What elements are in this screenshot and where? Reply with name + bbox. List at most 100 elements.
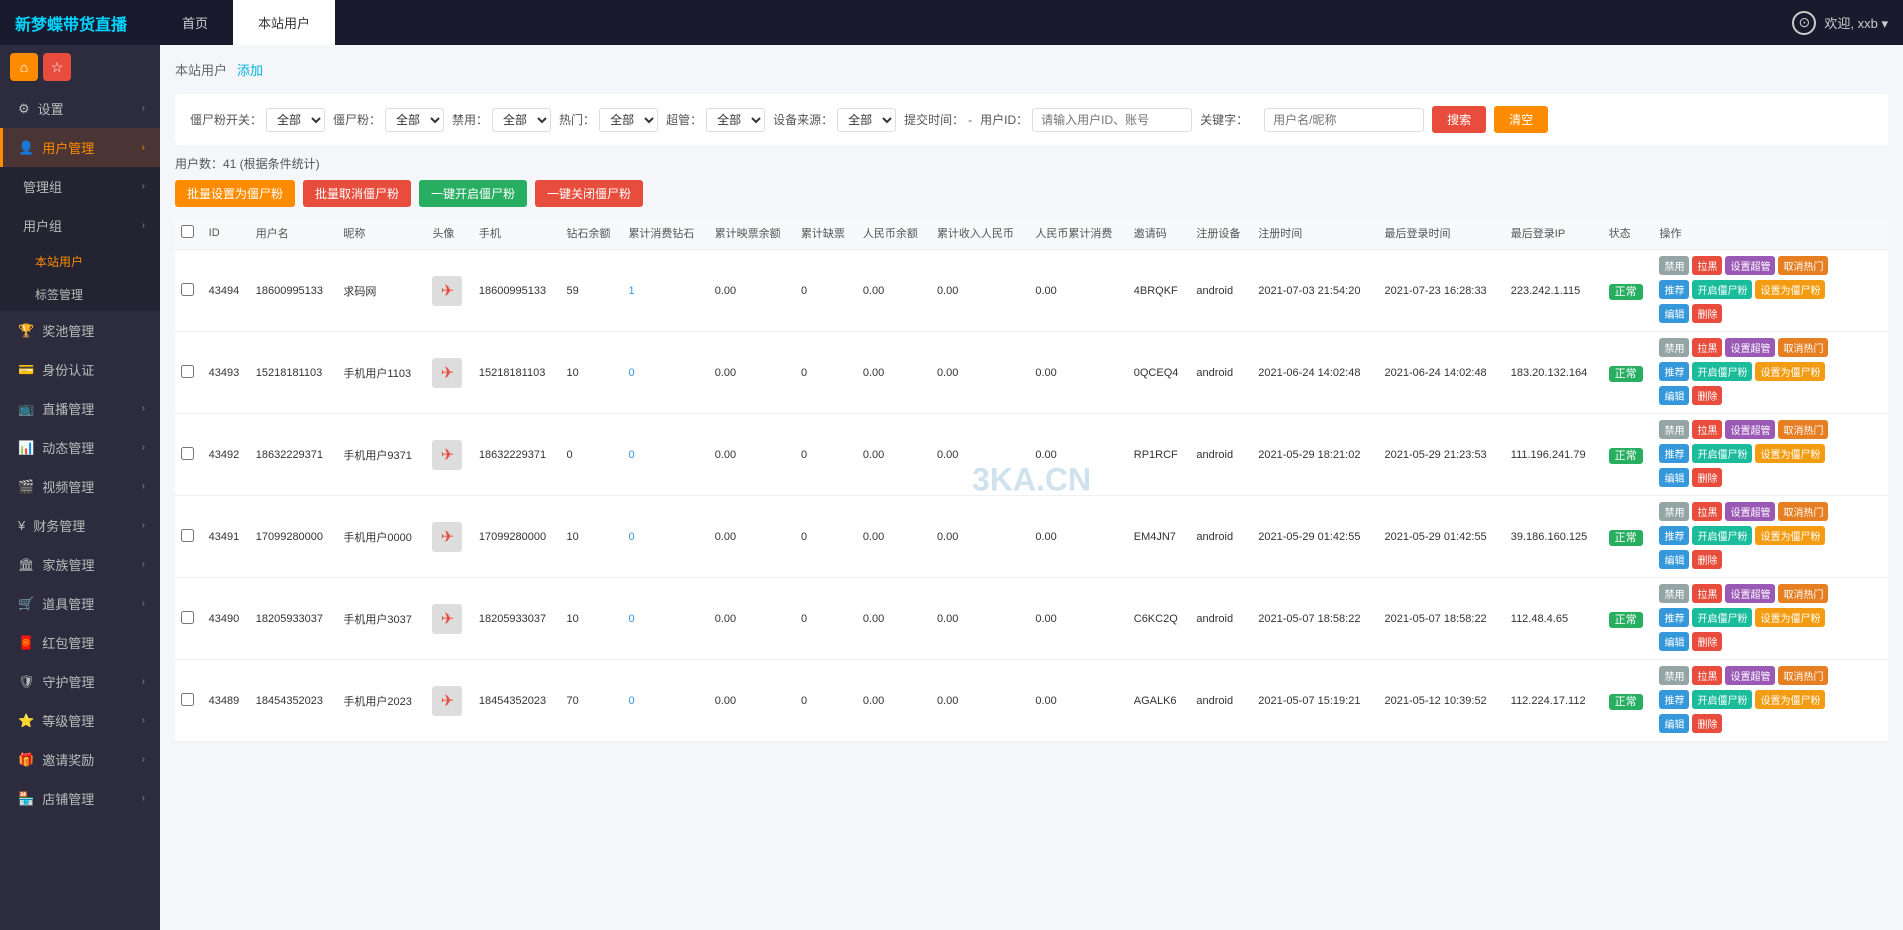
sidebar-item-tag-management[interactable]: 标签管理 <box>0 278 160 311</box>
edit-button[interactable]: 编辑 <box>1659 632 1689 651</box>
sidebar-item-dynamic[interactable]: 📊 动态管理 › <box>0 428 160 467</box>
set-super-button[interactable]: 设置超管 <box>1725 502 1775 521</box>
disable-button[interactable]: 禁用 <box>1659 420 1689 439</box>
open-fans-button[interactable]: 开启僵尸粉 <box>1692 690 1752 709</box>
set-fans-button[interactable]: 设置为僵尸粉 <box>1755 444 1825 463</box>
set-fans-button[interactable]: 设置为僵尸粉 <box>1755 362 1825 381</box>
device-select[interactable]: 全部 <box>837 108 896 132</box>
open-fans-button[interactable]: 开启僵尸粉 <box>1692 526 1752 545</box>
pull-button[interactable]: 拉黑 <box>1692 420 1722 439</box>
set-super-button[interactable]: 设置超管 <box>1725 338 1775 357</box>
disable-button[interactable]: 禁用 <box>1659 502 1689 521</box>
recommend-button[interactable]: 推荐 <box>1659 280 1689 299</box>
row-select-checkbox[interactable] <box>181 447 194 460</box>
sidebar-item-guard[interactable]: 🛡 守护管理 › <box>0 662 160 701</box>
fans-switch-select[interactable]: 全部 <box>266 108 325 132</box>
sidebar-item-level[interactable]: ⭐ 等级管理 › <box>0 701 160 740</box>
sidebar-item-props[interactable]: 🛒 道具管理 › <box>0 584 160 623</box>
cancel-hot-button[interactable]: 取消热门 <box>1778 502 1828 521</box>
pull-button[interactable]: 拉黑 <box>1692 502 1722 521</box>
sidebar-item-invite[interactable]: 🎁 邀请奖励 › <box>0 740 160 779</box>
open-fans-button[interactable]: 开启僵尸粉 <box>1692 444 1752 463</box>
total-diamonds-link[interactable]: 0 <box>628 531 634 543</box>
sidebar-item-live[interactable]: 📺 直播管理 › <box>0 389 160 428</box>
search-button[interactable]: 搜索 <box>1432 106 1486 133</box>
recommend-button[interactable]: 推荐 <box>1659 362 1689 381</box>
user-id-input[interactable] <box>1032 108 1192 132</box>
sidebar-item-prize[interactable]: 🏆 奖池管理 <box>0 311 160 350</box>
row-checkbox[interactable] <box>175 496 203 578</box>
one-click-open-fans-button[interactable]: 一键开启僵尸粉 <box>419 180 527 207</box>
row-checkbox[interactable] <box>175 414 203 496</box>
recommend-button[interactable]: 推荐 <box>1659 690 1689 709</box>
sidebar-item-admin-group[interactable]: 管理组 › <box>0 167 160 206</box>
delete-button[interactable]: 删除 <box>1692 386 1722 405</box>
row-select-checkbox[interactable] <box>181 365 194 378</box>
set-super-button[interactable]: 设置超管 <box>1725 420 1775 439</box>
row-select-checkbox[interactable] <box>181 283 194 296</box>
delete-button[interactable]: 删除 <box>1692 714 1722 733</box>
total-diamonds-link[interactable]: 1 <box>628 285 634 297</box>
disable-button[interactable]: 禁用 <box>1659 256 1689 275</box>
pull-button[interactable]: 拉黑 <box>1692 338 1722 357</box>
sidebar-item-family[interactable]: 🏛 家族管理 › <box>0 545 160 584</box>
total-diamonds-link[interactable]: 0 <box>628 449 634 461</box>
set-fans-button[interactable]: 设置为僵尸粉 <box>1755 690 1825 709</box>
nav-tab-users[interactable]: 本站用户 <box>233 0 335 45</box>
disable-button[interactable]: 禁用 <box>1659 338 1689 357</box>
breadcrumb-add-link[interactable]: 添加 <box>237 60 263 79</box>
cancel-hot-button[interactable]: 取消热门 <box>1778 420 1828 439</box>
disable-button[interactable]: 禁用 <box>1659 584 1689 603</box>
sidebar-item-user-management[interactable]: 👤 用户管理 › <box>0 128 160 167</box>
select-all-checkbox[interactable] <box>181 225 194 238</box>
nav-tab-home[interactable]: 首页 <box>157 0 233 45</box>
sidebar-item-shop[interactable]: 🏪 店铺管理 › <box>0 779 160 818</box>
row-select-checkbox[interactable] <box>181 611 194 624</box>
delete-button[interactable]: 删除 <box>1692 550 1722 569</box>
pull-button[interactable]: 拉黑 <box>1692 666 1722 685</box>
sidebar-item-site-users[interactable]: 本站用户 <box>0 245 160 278</box>
row-select-checkbox[interactable] <box>181 529 194 542</box>
batch-set-fans-button[interactable]: 批量设置为僵尸粉 <box>175 180 295 207</box>
edit-button[interactable]: 编辑 <box>1659 714 1689 733</box>
open-fans-button[interactable]: 开启僵尸粉 <box>1692 608 1752 627</box>
sidebar-item-video[interactable]: 🎬 视频管理 › <box>0 467 160 506</box>
set-fans-button[interactable]: 设置为僵尸粉 <box>1755 526 1825 545</box>
cancel-hot-button[interactable]: 取消热门 <box>1778 666 1828 685</box>
edit-button[interactable]: 编辑 <box>1659 304 1689 323</box>
delete-button[interactable]: 删除 <box>1692 304 1722 323</box>
row-select-checkbox[interactable] <box>181 693 194 706</box>
delete-button[interactable]: 删除 <box>1692 632 1722 651</box>
set-super-button[interactable]: 设置超管 <box>1725 256 1775 275</box>
sidebar-item-settings[interactable]: ⚙ 设置 › <box>0 89 160 128</box>
home-shortcut-icon[interactable]: ⌂ <box>10 53 38 81</box>
row-checkbox[interactable] <box>175 578 203 660</box>
one-click-close-fans-button[interactable]: 一键关闭僵尸粉 <box>535 180 643 207</box>
total-diamonds-link[interactable]: 0 <box>628 695 634 707</box>
open-fans-button[interactable]: 开启僵尸粉 <box>1692 362 1752 381</box>
open-fans-button[interactable]: 开启僵尸粉 <box>1692 280 1752 299</box>
bookmark-shortcut-icon[interactable]: ☆ <box>43 53 71 81</box>
row-checkbox[interactable] <box>175 660 203 742</box>
delete-button[interactable]: 删除 <box>1692 468 1722 487</box>
disable-button[interactable]: 禁用 <box>1659 666 1689 685</box>
row-checkbox[interactable] <box>175 250 203 332</box>
total-diamonds-link[interactable]: 0 <box>628 613 634 625</box>
hot-select[interactable]: 全部 <box>599 108 658 132</box>
ban-select[interactable]: 全部 <box>492 108 551 132</box>
sidebar-item-identity[interactable]: 💳 身份认证 <box>0 350 160 389</box>
cancel-hot-button[interactable]: 取消热门 <box>1778 338 1828 357</box>
sidebar-item-user-group[interactable]: 用户组 › <box>0 206 160 245</box>
set-fans-button[interactable]: 设置为僵尸粉 <box>1755 608 1825 627</box>
edit-button[interactable]: 编辑 <box>1659 386 1689 405</box>
fans-count-select[interactable]: 全部 <box>385 108 444 132</box>
recommend-button[interactable]: 推荐 <box>1659 444 1689 463</box>
set-super-button[interactable]: 设置超管 <box>1725 666 1775 685</box>
edit-button[interactable]: 编辑 <box>1659 468 1689 487</box>
set-super-button[interactable]: 设置超管 <box>1725 584 1775 603</box>
total-diamonds-link[interactable]: 0 <box>628 367 634 379</box>
sidebar-item-redpack[interactable]: 🧧 红包管理 <box>0 623 160 662</box>
set-fans-button[interactable]: 设置为僵尸粉 <box>1755 280 1825 299</box>
recommend-button[interactable]: 推荐 <box>1659 608 1689 627</box>
edit-button[interactable]: 编辑 <box>1659 550 1689 569</box>
